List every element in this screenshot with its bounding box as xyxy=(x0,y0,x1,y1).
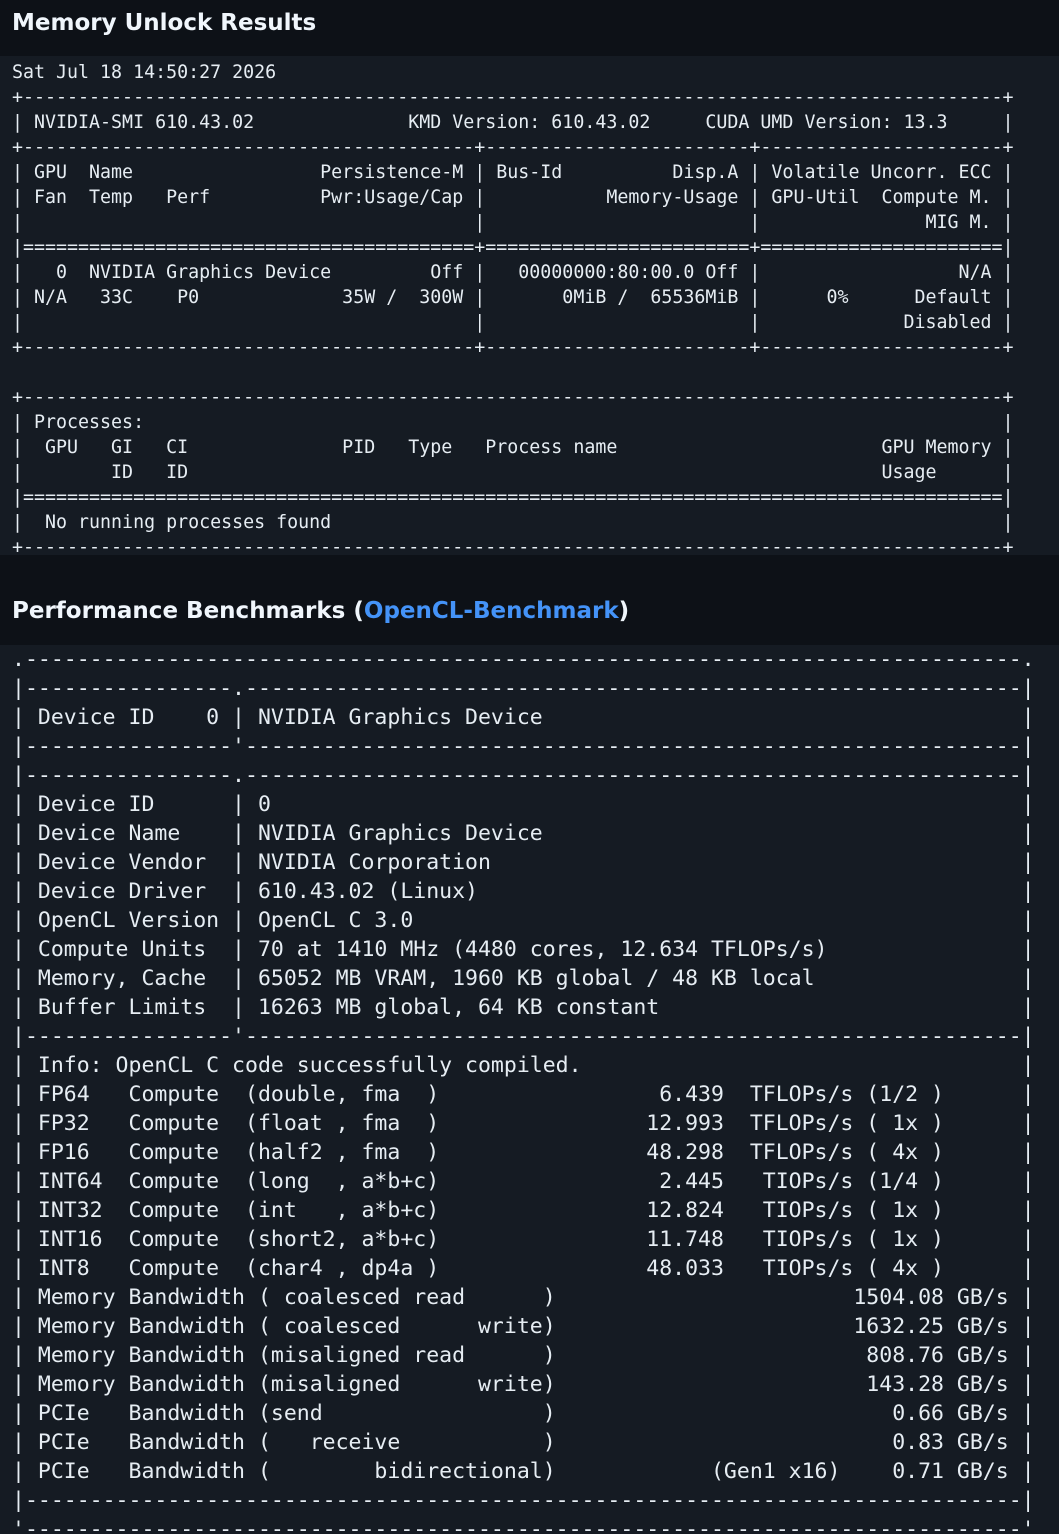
opencl-benchmark-link[interactable]: OpenCL-Benchmark xyxy=(364,598,619,624)
memory-unlock-results-heading: Memory Unlock Results xyxy=(12,9,316,37)
opencl-benchmark-output: .---------------------------------------… xyxy=(0,645,1059,1534)
performance-benchmarks-title: Performance Benchmarks ( xyxy=(12,598,364,624)
page: Memory Unlock Results Sat Jul 18 14:50:2… xyxy=(0,0,1059,1534)
performance-benchmarks-title-suffix: ) xyxy=(618,598,630,624)
performance-benchmarks-heading: Performance Benchmarks (OpenCL-Benchmark… xyxy=(12,597,629,625)
memory-unlock-results-title: Memory Unlock Results xyxy=(12,10,317,36)
nvidia-smi-output: Sat Jul 18 14:50:27 2026 +--------------… xyxy=(0,56,1059,555)
